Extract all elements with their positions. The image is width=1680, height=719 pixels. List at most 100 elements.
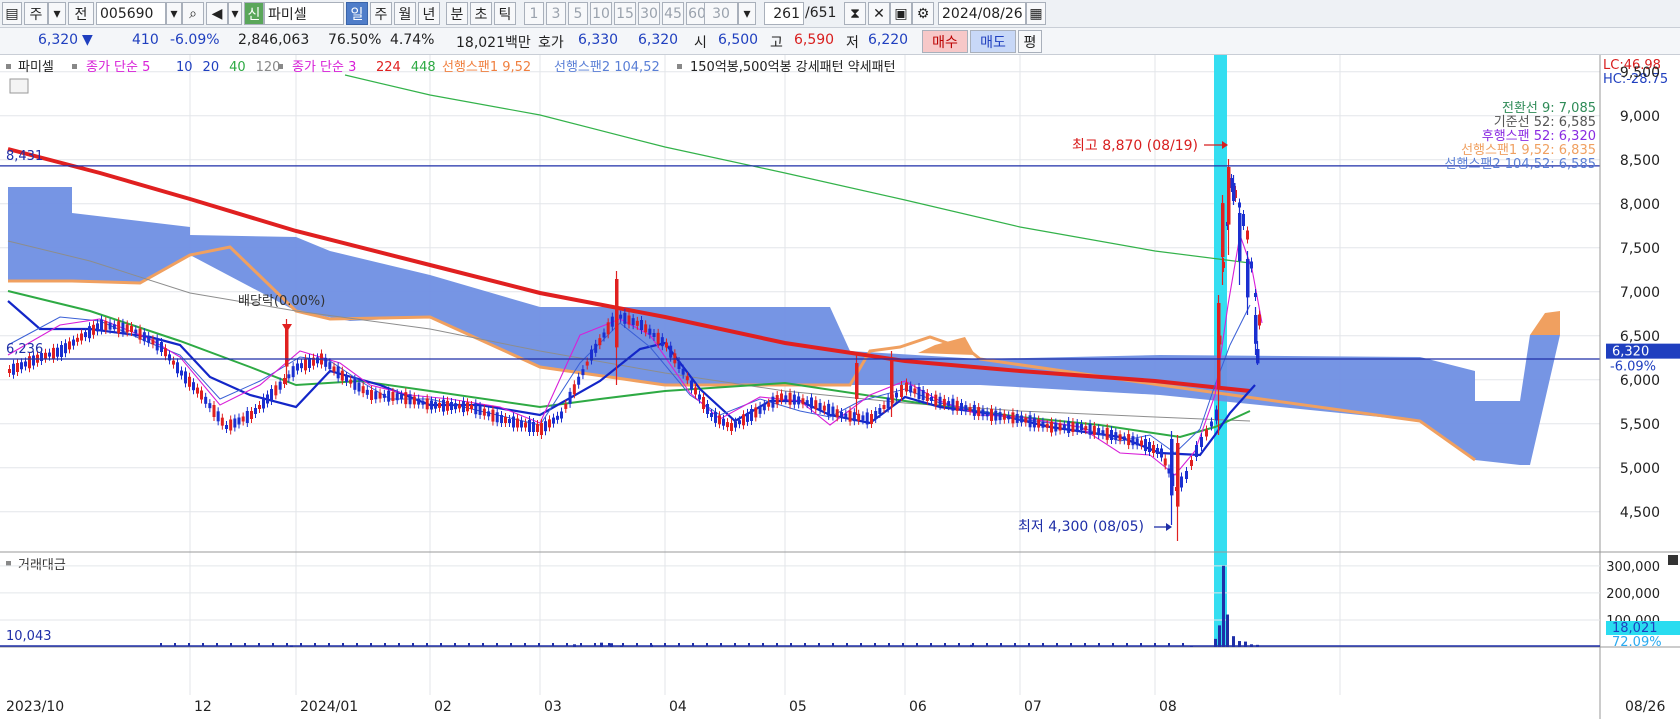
code-dropdown-icon[interactable]: ▾ [166,2,182,25]
chart-settings-icon[interactable]: ▤ [2,2,22,25]
volume-bar-small [776,643,778,646]
volume-bar-small [510,643,512,646]
spike-candle-body [890,359,894,399]
sell-button[interactable]: 매도 [970,30,1016,53]
candle-body [328,362,332,370]
volume-bar-small [314,643,316,646]
speaker-icon[interactable]: ◀ [206,2,228,25]
volume-bar-small [496,643,498,646]
dividend-label: 배당락(0.00%) [238,294,325,309]
interval-button-30[interactable]: 30 [638,2,660,25]
period-tab-4[interactable]: 분 [446,2,468,25]
candle-body [72,339,75,346]
period-tab-5[interactable]: 초 [470,2,492,25]
candle-body [245,411,249,423]
spike-candle-body [1227,167,1231,225]
candle-body [160,342,163,352]
period-tab-6[interactable]: 틱 [494,2,516,25]
candle-body [1024,417,1028,423]
speaker-dropdown-icon[interactable]: ▾ [228,2,242,25]
interval-button-3[interactable]: 3 [546,2,566,25]
interval-button-1[interactable]: 1 [524,2,544,25]
stock-code-input[interactable]: 005690 [96,2,166,25]
candle-body [68,341,71,350]
candle-body [1002,413,1006,420]
gear-icon[interactable]: ⚙ [912,2,934,25]
interval-button-10[interactable]: 10 [590,2,612,25]
avg-button[interactable]: 평 [1018,30,1042,53]
candle-body [208,403,212,409]
period-tab-0[interactable]: 일 [346,2,368,25]
candle-body [698,394,701,400]
x-tick-label: 12 [194,699,212,715]
volume-bar [1244,641,1247,647]
x-tick-label: 03 [544,699,562,715]
volume-bar-small [1168,643,1170,646]
volume-bar-small [804,643,806,646]
date-input[interactable]: 2024/08/26 [938,2,1026,25]
chart-area[interactable]: 8,431 6,236 최고 8,870 (08/19) 최저 4,300 (08/… [0,55,1680,719]
volume-bar-small [636,643,638,646]
legend-span1: 선행스팬1 9,52 [442,59,531,75]
candle-body [1007,415,1011,420]
candle-body [225,425,228,429]
candle-body [474,403,478,415]
volume-bar-small [678,643,680,646]
table-icon[interactable] [9,78,29,94]
candle-body [1105,427,1109,440]
candle-body [28,356,31,369]
candle-body [673,353,677,364]
interval-button-5[interactable]: 5 [568,2,588,25]
candle-body [212,405,216,417]
candle-body [564,403,568,409]
volume-bar-small [1112,643,1114,646]
volume-left-value: 10,043 [6,629,52,644]
period-mode-select[interactable]: 주 [24,2,48,25]
candle-body [556,415,559,420]
candle-body [151,339,155,345]
interval-dropdown-icon[interactable]: ▾ [738,2,756,25]
volume-bar-small [1042,643,1044,646]
volume-bar-small [384,643,386,646]
candle-body [805,400,809,405]
interval-button-15[interactable]: 15 [614,2,636,25]
chevron-down-icon[interactable]: ▾ [48,2,66,25]
volume-bar-small [398,643,400,646]
save-icon[interactable]: ▣ [890,2,912,25]
candle-body [291,366,295,378]
candle-body [336,366,340,379]
calendar-icon[interactable]: ▦ [1026,2,1046,25]
candle-body [577,376,581,385]
turnover-rate: 4.74% [390,32,435,48]
cross-line-icon[interactable]: ✕ [868,2,890,25]
candle-body [581,369,585,376]
stock-name-field[interactable]: 파미셀 [264,2,344,25]
high-label: 고 [770,35,783,51]
y-tick-label: 9,000 [1620,109,1660,125]
volume-bar-small [1140,643,1142,646]
period-tab-1[interactable]: 주 [370,2,392,25]
candle-body [365,389,369,395]
prev-button[interactable]: 전 [68,2,94,25]
candle-body [797,396,801,405]
candle-body [951,398,955,411]
candle-type-icon[interactable]: ⧗ [844,2,866,25]
interval-button-45[interactable]: 45 [662,2,684,25]
count-input[interactable]: 261 [764,2,804,25]
candle-body [598,338,602,346]
buy-button[interactable]: 매수 [922,30,968,53]
period-tab-2[interactable]: 월 [394,2,416,25]
candle-body [900,385,903,397]
candle-body [1032,417,1036,428]
candle-body [270,389,273,401]
candle-body [681,368,685,375]
candle-body [669,345,673,358]
candle-body [1135,438,1139,446]
interval-value[interactable]: 30 [704,2,738,25]
price-chart[interactable]: 8,431 6,236 최고 8,870 (08/19) 최저 4,300 (08/… [0,55,1680,719]
period-tab-3[interactable]: 년 [418,2,440,25]
candle-body [619,314,623,319]
current-price: 6,320 [38,32,79,48]
search-icon[interactable]: ⌕ [182,2,204,25]
candle-body [1156,448,1159,454]
